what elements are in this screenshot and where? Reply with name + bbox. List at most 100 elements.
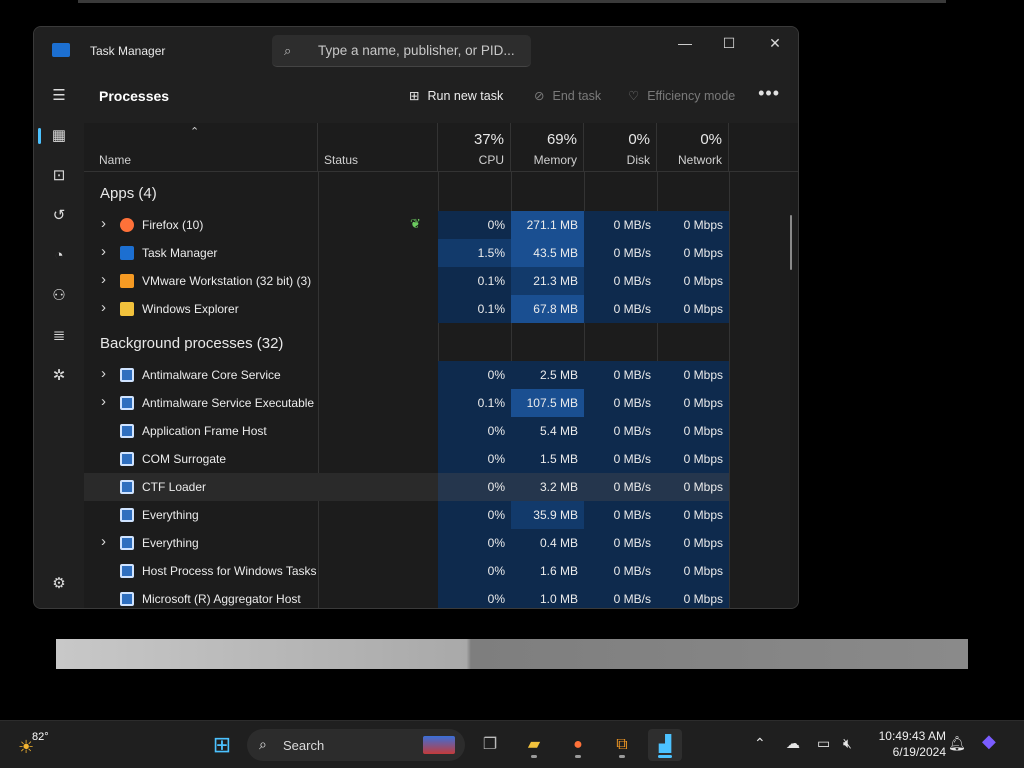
cpu-cell: 0.1%: [438, 295, 511, 323]
performance-icon[interactable]: ⊡: [48, 165, 70, 187]
maximize-button[interactable]: ☐: [706, 31, 752, 57]
start-button[interactable]: ⊞: [205, 729, 239, 761]
process-row[interactable]: Application Frame Host 0% 5.4 MB 0 MB/s 0 Mb…: [84, 417, 729, 445]
process-row[interactable]: Everything 0% 35.9 MB 0 MB/s 0 Mbps: [84, 501, 729, 529]
volume-muted-icon[interactable]: 🔇︎: [843, 735, 852, 752]
status-column-header[interactable]: Status: [318, 123, 438, 172]
process-row[interactable]: › Antimalware Core Service 0% 2.5 MB 0 MB/s 0…: [84, 361, 729, 389]
network-cell: 0 Mbps: [657, 585, 729, 608]
command-bar: Processes ⊞ Run new task ⊘ End task ♡ Effic…: [84, 73, 798, 123]
taskbar-search[interactable]: ⌕ Search: [247, 729, 465, 761]
network-cell: 0 Mbps: [657, 529, 729, 557]
onedrive-icon[interactable]: ☁: [786, 735, 800, 752]
expand-chevron-icon[interactable]: ›: [101, 243, 106, 260]
process-row[interactable]: COM Surrogate 0% 1.5 MB 0 MB/s 0 Mbps: [84, 445, 729, 473]
disk-cell: 0 MB/s: [584, 473, 657, 501]
task-manager-window: Task Manager ⌕ Type a name, publisher, o…: [33, 26, 799, 609]
cpu-column-header[interactable]: 37% CPU: [438, 123, 511, 172]
expand-chevron-icon[interactable]: ›: [101, 393, 106, 410]
network-cell: 0 Mbps: [657, 211, 729, 239]
memory-cell: 1.5 MB: [511, 445, 584, 473]
details-icon[interactable]: ≣: [48, 325, 70, 347]
process-row[interactable]: › Antimalware Service Executable 0.1% 107.5…: [84, 389, 729, 417]
memory-column-header[interactable]: 69% Memory: [511, 123, 584, 172]
end-task-button[interactable]: ⊘ End task: [534, 88, 601, 103]
name-column-header[interactable]: ⌃ Name: [84, 123, 318, 172]
run-new-task-label: Run new task: [427, 89, 504, 103]
notification-bell-icon[interactable]: 🔔︎: [948, 735, 966, 752]
background-group-header[interactable]: Background processes (32): [100, 335, 283, 352]
task-view-icon[interactable]: ❐: [473, 729, 507, 761]
column-divider: [729, 172, 730, 608]
network-cell: 0 Mbps: [657, 501, 729, 529]
clock[interactable]: 10:49:43 AM 6/19/2024: [868, 728, 946, 760]
apps-group-header[interactable]: Apps (4): [100, 185, 157, 202]
disk-cell: 0 MB/s: [584, 389, 657, 417]
process-row[interactable]: › Task Manager 1.5% 43.5 MB 0 MB/s 0 Mbps: [84, 239, 729, 267]
expand-chevron-icon[interactable]: ›: [101, 215, 106, 232]
disk-cell: 0 MB/s: [584, 295, 657, 323]
services-icon[interactable]: ✲: [48, 365, 70, 387]
hamburger-menu-icon[interactable]: ☰: [48, 85, 70, 107]
process-name: Firefox (10): [142, 218, 204, 232]
process-row[interactable]: › Firefox (10) ❦ 0% 271.1 MB 0 MB/s 0 Mbps: [84, 211, 729, 239]
file-explorer-icon[interactable]: ▰: [517, 729, 551, 761]
show-hidden-icons-chevron-icon[interactable]: ⌃: [754, 735, 766, 752]
vertical-scrollbar[interactable]: [790, 215, 792, 270]
running-indicator: [619, 755, 625, 758]
network-column-header[interactable]: 0% Network: [657, 123, 729, 172]
process-row[interactable]: Microsoft (R) Aggregator Host 0% 1.0 MB 0 M…: [84, 585, 729, 608]
copilot-icon[interactable]: ◆: [982, 731, 996, 752]
cpu-cell: 0%: [438, 361, 511, 389]
settings-gear-icon[interactable]: ⚙: [48, 573, 70, 595]
disk-cell: 0 MB/s: [584, 211, 657, 239]
expand-chevron-icon[interactable]: ›: [101, 533, 106, 550]
expand-chevron-icon[interactable]: ›: [101, 365, 106, 382]
firefox-icon[interactable]: ●: [561, 729, 595, 761]
vmware-icon[interactable]: ⧉: [605, 729, 639, 761]
disk-cell: 0 MB/s: [584, 239, 657, 267]
cpu-total: 37%: [473, 131, 504, 148]
process-name: Everything: [142, 536, 199, 550]
process-row[interactable]: CTF Loader 0% 3.2 MB 0 MB/s 0 Mbps: [84, 473, 729, 501]
minimize-button[interactable]: —: [662, 31, 708, 57]
process-name: CTF Loader: [142, 480, 207, 494]
running-indicator: [531, 755, 537, 758]
title-bar[interactable]: Task Manager ⌕ Type a name, publisher, o…: [34, 27, 798, 73]
network-cell: 0 Mbps: [657, 361, 729, 389]
cpu-cell: 1.5%: [438, 239, 511, 267]
startup-apps-icon[interactable]: ◔: [48, 245, 70, 267]
more-options-button[interactable]: •••: [758, 83, 780, 104]
display-icon[interactable]: ▭: [817, 735, 830, 752]
close-button[interactable]: ✕: [752, 31, 798, 57]
navigation-rail: ☰ ▦ ⊡ ↺ ◔ ⚇ ≣ ✲ ⚙: [34, 73, 84, 608]
background-strip: [56, 639, 968, 669]
page-title: Processes: [99, 88, 170, 104]
process-window-icon: [120, 396, 134, 410]
process-name: COM Surrogate: [142, 452, 227, 466]
process-row[interactable]: › Everything 0% 0.4 MB 0 MB/s 0 Mbps: [84, 529, 729, 557]
sort-ascending-icon: ⌃: [190, 126, 200, 138]
efficiency-mode-button[interactable]: ♡ Efficiency mode: [628, 88, 735, 103]
taskbar: ☀ 82° ⊞ ⌕ Search ❐ ▰ ● ⧉ ▟ ⌃ ☁ ▭ 🔇︎ 10:4…: [0, 720, 1024, 768]
expand-chevron-icon[interactable]: ›: [101, 271, 106, 288]
name-header-label: Name: [99, 153, 132, 167]
users-icon[interactable]: ⚇: [48, 285, 70, 307]
search-box[interactable]: ⌕ Type a name, publisher, or PID...: [272, 35, 531, 67]
process-row[interactable]: › Windows Explorer 0.1% 67.8 MB 0 MB/s 0 Mbps: [84, 295, 729, 323]
task-manager-taskbar-icon[interactable]: ▟: [648, 729, 682, 761]
run-new-task-button[interactable]: ⊞ Run new task: [409, 88, 503, 103]
processes-icon[interactable]: ▦: [48, 125, 70, 147]
process-row[interactable]: Host Process for Windows Tasks 0% 1.6 MB 0 …: [84, 557, 729, 585]
run-task-icon: ⊞: [409, 89, 420, 103]
memory-cell: 43.5 MB: [511, 239, 584, 267]
vmware-icon: [120, 274, 134, 288]
process-name: Microsoft (R) Aggregator Host: [142, 592, 301, 606]
disk-column-header[interactable]: 0% Disk: [584, 123, 657, 172]
efficiency-leaf-icon: ❦: [410, 216, 421, 231]
weather-widget[interactable]: ☀ 82°: [18, 731, 49, 757]
active-indicator: [658, 755, 672, 758]
expand-chevron-icon[interactable]: ›: [101, 299, 106, 316]
app-history-icon[interactable]: ↺: [48, 205, 70, 227]
process-row[interactable]: › VMware Workstation (32 bit) (3) 0.1% 21.3…: [84, 267, 729, 295]
